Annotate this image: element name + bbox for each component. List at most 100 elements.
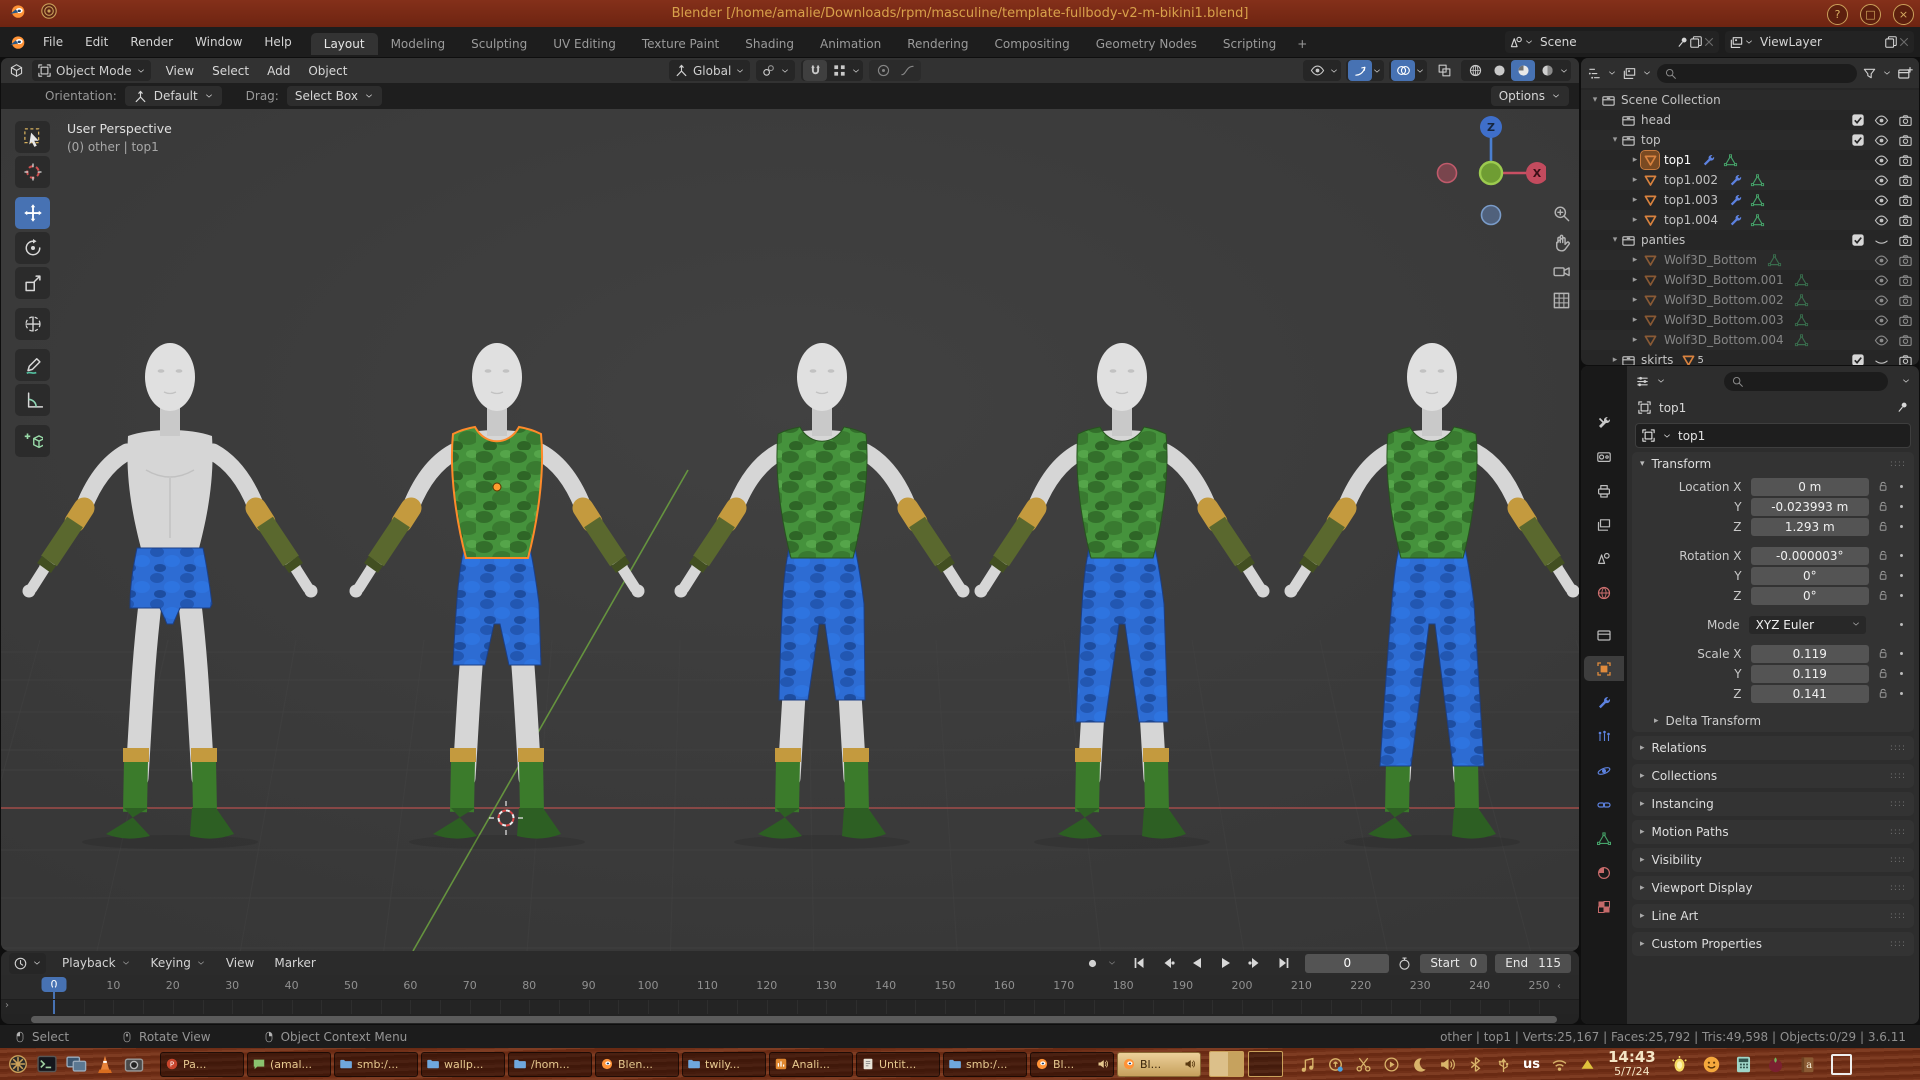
tray-app-lamp-icon[interactable] xyxy=(1670,1055,1689,1074)
shading-rendered-button[interactable] xyxy=(1535,60,1559,81)
outliner-row-top1-002[interactable]: ▸top1.002 xyxy=(1581,170,1919,190)
tray-software-update-icon[interactable] xyxy=(1327,1056,1344,1073)
tool-transform-button[interactable] xyxy=(15,308,50,340)
viewport-menu-view[interactable]: View xyxy=(157,64,203,78)
frame-start-field[interactable]: Start 0 xyxy=(1420,954,1487,973)
menu-help[interactable]: Help xyxy=(253,35,302,49)
visibility-checkbox[interactable] xyxy=(1851,113,1865,127)
copy-icon[interactable] xyxy=(1884,35,1898,49)
outliner-row-wolf3d-bottom-002[interactable]: ▸Wolf3D_Bottom.002 xyxy=(1581,290,1919,310)
render-visibility-toggle[interactable] xyxy=(1898,273,1913,288)
hide-eye-toggle[interactable] xyxy=(1874,273,1889,288)
expand-arrow-icon[interactable]: ▸ xyxy=(1629,255,1641,265)
panel-viewport-display[interactable]: ▸Viewport Display:::: xyxy=(1632,876,1914,900)
launcher-terminal[interactable] xyxy=(35,1052,59,1076)
camera-view-control[interactable] xyxy=(1552,262,1571,281)
blender-menu-icon[interactable] xyxy=(8,33,26,51)
outliner-filter-view-layer-icon[interactable] xyxy=(1622,66,1637,81)
hide-eye-toggle[interactable] xyxy=(1874,193,1889,208)
taskbar-window-9[interactable]: Untit... xyxy=(856,1052,940,1077)
editor-type-properties-icon[interactable] xyxy=(1635,374,1650,389)
properties-search-input[interactable] xyxy=(1724,372,1888,391)
animate-dot-icon[interactable] xyxy=(1897,620,1906,629)
menu-edit[interactable]: Edit xyxy=(74,35,119,49)
pivot-point-dropdown[interactable] xyxy=(756,60,795,81)
close-button[interactable]: × xyxy=(1893,4,1914,25)
view-layer-name[interactable]: ViewLayer xyxy=(1754,35,1884,49)
tool-add-cube-button[interactable] xyxy=(15,425,50,457)
outliner-row-wolf3d-bottom-004[interactable]: ▸Wolf3D_Bottom.004 xyxy=(1581,330,1919,350)
viewport-menu-add[interactable]: Add xyxy=(258,64,299,78)
properties-tab-object[interactable] xyxy=(1584,656,1624,681)
tray-panel-notifier-icon[interactable] xyxy=(1579,1056,1596,1073)
zoom-control[interactable] xyxy=(1552,204,1571,223)
drag-dots-icon[interactable]: :::: xyxy=(1890,771,1906,781)
tab-shading[interactable]: Shading xyxy=(732,33,807,55)
tray-bluetooth-icon[interactable] xyxy=(1467,1056,1484,1073)
snap-toggle[interactable] xyxy=(803,60,827,81)
taskbar-window-1[interactable]: PPa... xyxy=(160,1052,244,1077)
drag-dots-icon[interactable]: :::: xyxy=(1890,939,1906,949)
proportional-editing-toggle[interactable] xyxy=(871,60,895,81)
animate-dot-icon[interactable] xyxy=(1897,649,1906,658)
tab-compositing[interactable]: Compositing xyxy=(981,33,1082,55)
animate-dot-icon[interactable] xyxy=(1897,522,1906,531)
expand-arrow-icon[interactable]: ▸ xyxy=(1629,215,1641,225)
copy-icon[interactable] xyxy=(1689,35,1703,49)
tray-music-player-icon[interactable] xyxy=(1299,1056,1316,1073)
taskbar-window-10[interactable]: smb:/... xyxy=(943,1052,1027,1077)
shade-button[interactable]: □ xyxy=(1860,4,1881,25)
location-value-field[interactable]: 0 m xyxy=(1751,478,1869,496)
expand-arrow-icon[interactable]: ▾ xyxy=(1609,135,1621,145)
properties-tab-output[interactable] xyxy=(1584,478,1624,503)
panel-line-art[interactable]: ▸Line Art:::: xyxy=(1632,904,1914,928)
viewport-menu-object[interactable]: Object xyxy=(299,64,356,78)
navigation-gizmo[interactable]: ZX xyxy=(1436,111,1546,231)
rotation-mode-dropdown[interactable]: XYZ Euler xyxy=(1749,616,1866,634)
scene-selector[interactable]: Scene xyxy=(1505,31,1719,53)
properties-tab-scene[interactable] xyxy=(1584,546,1624,571)
panel-collections[interactable]: ▸Collections:::: xyxy=(1632,764,1914,788)
tool-measure-button[interactable] xyxy=(15,384,50,416)
drag-dots-icon[interactable]: :::: xyxy=(1890,855,1906,865)
animate-dot-icon[interactable] xyxy=(1897,551,1906,560)
outliner-row-wolf3d-bottom-001[interactable]: ▸Wolf3D_Bottom.001 xyxy=(1581,270,1919,290)
snap-target-dropdown[interactable] xyxy=(827,60,851,81)
tab-rendering[interactable]: Rendering xyxy=(894,33,981,55)
tray-app-ink-app-icon[interactable] xyxy=(1766,1055,1785,1074)
animate-dot-icon[interactable] xyxy=(1897,591,1906,600)
shading-wireframe-button[interactable] xyxy=(1463,60,1487,81)
properties-tab-modifiers[interactable] xyxy=(1584,690,1624,715)
tray-usb-icon[interactable] xyxy=(1495,1056,1512,1073)
timeline-menu-view[interactable]: View xyxy=(216,956,264,970)
hide-eye-toggle[interactable] xyxy=(1874,213,1889,228)
timeline-ruler[interactable]: 0102030405060708090100110120130140150160… xyxy=(1,975,1579,1000)
tab-uv-editing[interactable]: UV Editing xyxy=(540,33,629,55)
outliner-row-top1-004[interactable]: ▸top1.004 xyxy=(1581,210,1919,230)
tray-media-player-icon[interactable] xyxy=(1383,1056,1400,1073)
render-visibility-toggle[interactable] xyxy=(1898,293,1913,308)
menu-window[interactable]: Window xyxy=(184,35,253,49)
properties-tab-physics[interactable] xyxy=(1584,758,1624,783)
tray-app-calculator-icon[interactable] xyxy=(1734,1055,1753,1074)
drag-dots-icon[interactable]: :::: xyxy=(1890,827,1906,837)
render-visibility-toggle[interactable] xyxy=(1898,173,1913,188)
outliner-row-wolf3d-bottom[interactable]: ▸Wolf3D_Bottom xyxy=(1581,250,1919,270)
visibility-checkbox[interactable] xyxy=(1851,353,1865,365)
taskbar-window-3[interactable]: smb:/... xyxy=(334,1052,418,1077)
timeline-expand-arrow[interactable]: › xyxy=(5,1000,9,1011)
properties-tab-material[interactable] xyxy=(1584,860,1624,885)
hide-eye-toggle[interactable] xyxy=(1874,253,1889,268)
close-icon[interactable] xyxy=(1898,36,1910,48)
lock-open-icon[interactable] xyxy=(1877,480,1890,493)
tray-clipboard-scissors-icon[interactable] xyxy=(1355,1056,1372,1073)
expand-arrow-icon[interactable]: ▸ xyxy=(1629,315,1641,325)
rotation-value-field[interactable]: 0° xyxy=(1751,587,1869,605)
scale-value-field[interactable]: 0.119 xyxy=(1751,645,1869,663)
tab-animation[interactable]: Animation xyxy=(807,33,894,55)
menu-file[interactable]: File xyxy=(32,35,74,49)
tab-geometry-nodes[interactable]: Geometry Nodes xyxy=(1083,33,1210,55)
outliner-row-top1-003[interactable]: ▸top1.003 xyxy=(1581,190,1919,210)
launcher-vlc[interactable] xyxy=(93,1052,117,1076)
lock-open-icon[interactable] xyxy=(1877,589,1890,602)
